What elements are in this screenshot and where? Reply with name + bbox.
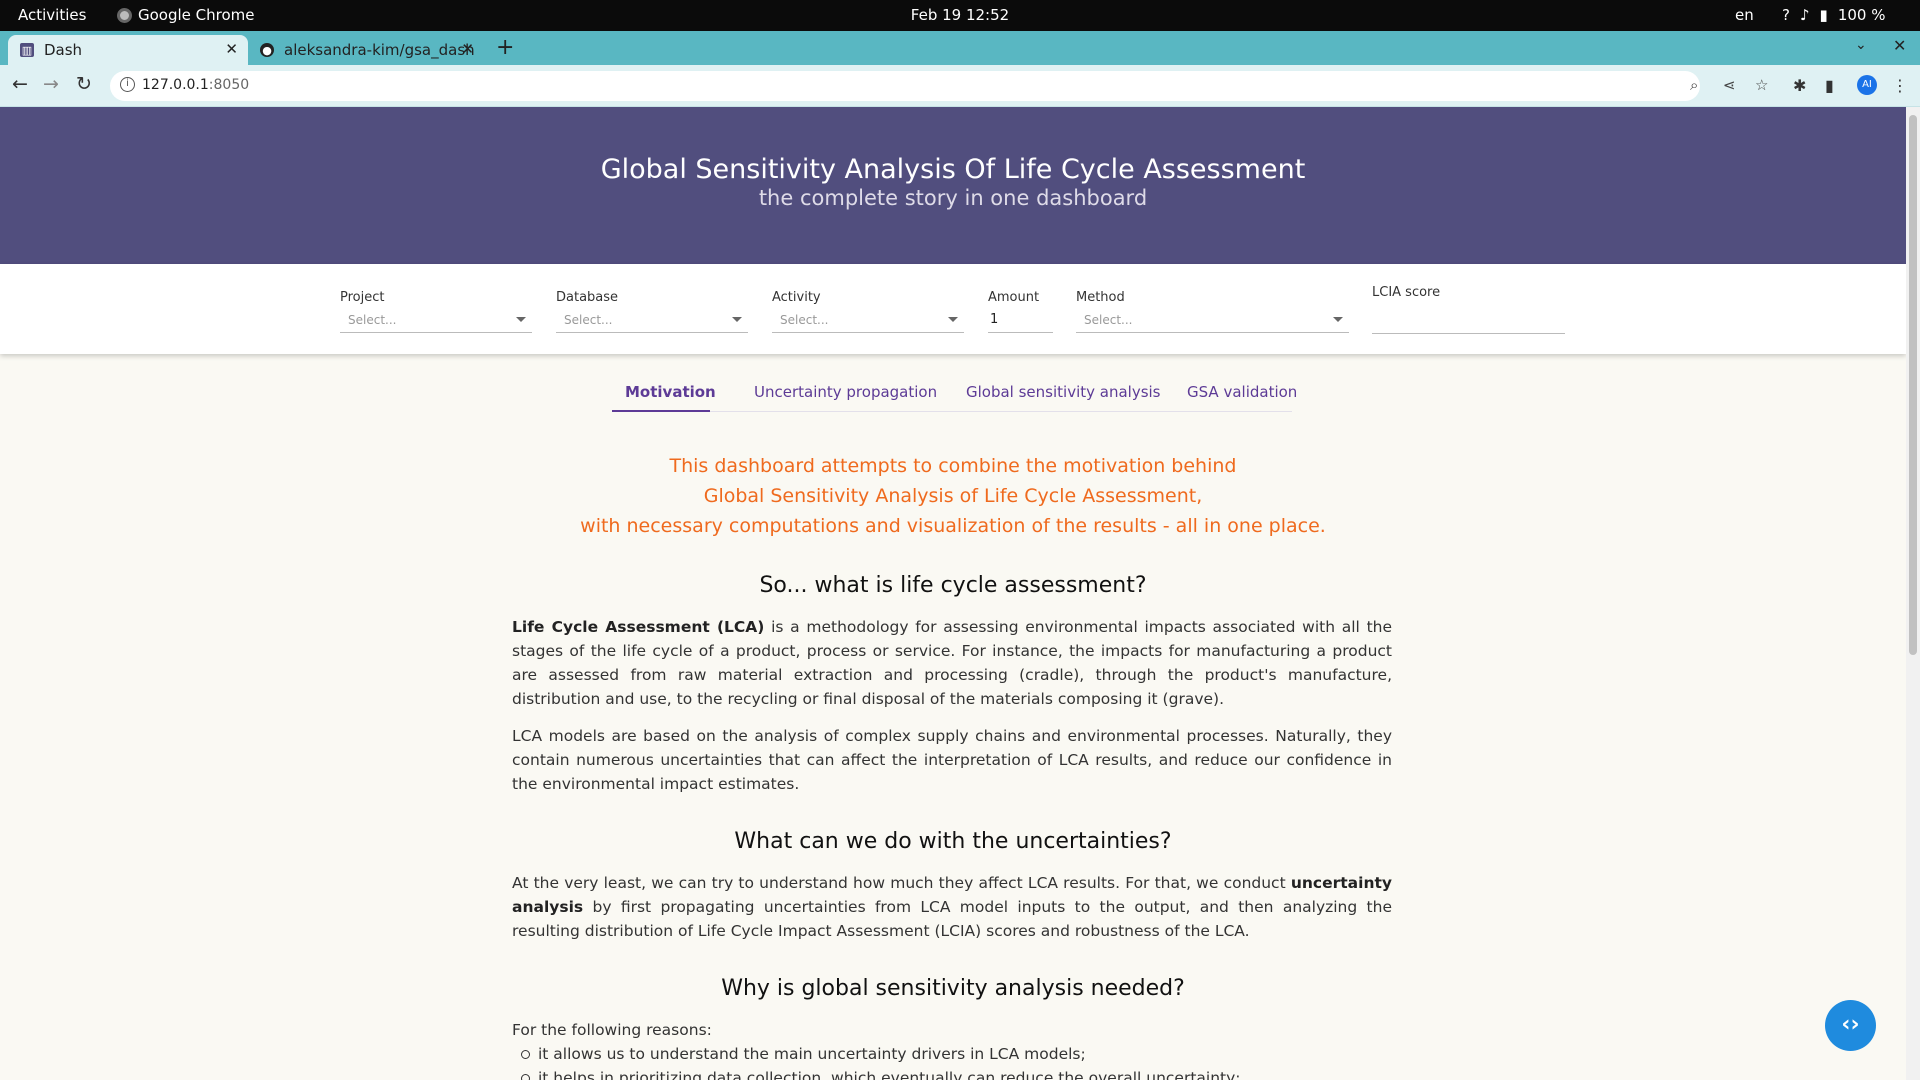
tab-gsa-validation[interactable]: GSA validation — [1187, 383, 1297, 401]
amount-input[interactable]: 1 — [988, 311, 1053, 333]
section-heading-gsa: Why is global sensitivity analysis neede… — [721, 976, 1185, 1001]
menu-kebab-icon[interactable]: ⋮ — [1892, 76, 1908, 95]
tab-title: Dash — [44, 41, 83, 59]
lca-term: Life Cycle Assessment (LCA) — [512, 618, 765, 636]
forward-icon[interactable]: → — [43, 73, 59, 95]
browser-toolbar: ← → ↻ i 127.0.0.1:8050 ⌕ ⋖ ☆ ✱ ▮ AI ⋮ — [0, 65, 1920, 107]
project-label: Project — [340, 290, 385, 305]
list-item: it allows us to understand the main unce… — [512, 1042, 1241, 1066]
battery-icon: ▮ — [1819, 6, 1828, 24]
window-close-icon[interactable]: ✕ — [1893, 36, 1906, 55]
code-brackets-icon: ‹› — [1841, 1012, 1860, 1037]
page-subtitle: the complete story in one dashboard — [758, 186, 1148, 210]
tab-motivation[interactable]: Motivation — [625, 383, 716, 401]
database-label: Database — [556, 290, 619, 305]
url-host: 127.0.0.1 — [142, 77, 209, 93]
volume-icon: ♪ — [1799, 6, 1810, 24]
tabs-divider — [612, 411, 1292, 412]
zoom-icon[interactable]: ⌕ — [1690, 76, 1698, 94]
back-icon[interactable]: ← — [12, 73, 28, 95]
controls-bar: Project Select... Database Select... Act… — [0, 264, 1906, 354]
list-item: it helps in prioritizing data collection… — [512, 1066, 1241, 1080]
language-indicator[interactable]: en — [1735, 6, 1754, 24]
lcia-score-output — [1372, 312, 1565, 334]
browser-tab-strip: ▥ Dash ✕ ● aleksandra-kim/gsa_dash ✕ + ⌄… — [0, 31, 1920, 65]
active-tab-indicator — [612, 410, 710, 412]
intro-text: This dashboard attempts to combine the m… — [0, 451, 1906, 541]
tab-global-sensitivity-analysis[interactable]: Global sensitivity analysis — [966, 383, 1161, 401]
site-info-icon[interactable]: i — [120, 77, 135, 92]
intro-line: Global Sensitivity Analysis of Life Cycl… — [703, 485, 1203, 507]
scrollbar-thumb[interactable] — [1909, 115, 1917, 655]
method-dropdown[interactable]: Select... — [1076, 311, 1349, 333]
project-placeholder: Select... — [348, 313, 397, 327]
page-scrollbar[interactable] — [1906, 107, 1920, 1080]
dev-tools-button[interactable]: ‹› — [1825, 1000, 1876, 1051]
amount-label: Amount — [988, 290, 1040, 305]
database-control: Database Select... — [556, 290, 748, 333]
project-control: Project Select... — [340, 290, 532, 333]
system-top-bar: Activities Google Chrome Feb 19 12:52 en… — [0, 0, 1920, 31]
tab-search-chevron-icon[interactable]: ⌄ — [1855, 37, 1867, 53]
amount-control: Amount 1 — [988, 290, 1053, 333]
project-dropdown[interactable]: Select... — [340, 311, 532, 333]
close-tab-icon[interactable]: ✕ — [225, 40, 238, 58]
reasons-block: For the following reasons: it allows us … — [512, 1018, 1241, 1080]
share-icon[interactable]: ⋖ — [1723, 76, 1736, 94]
section-heading-uncertainties: What can we do with the uncertainties? — [734, 829, 1172, 854]
clock[interactable]: Feb 19 12:52 — [0, 6, 1920, 24]
battery-level: 100 % — [1837, 6, 1886, 24]
lca-paragraph-1: Life Cycle Assessment (LCA) is a methodo… — [512, 615, 1392, 711]
section-heading-lca: So... what is life cycle assessment? — [759, 573, 1147, 598]
browser-tab-dash[interactable]: ▥ Dash ✕ — [8, 35, 248, 65]
method-label: Method — [1076, 290, 1125, 305]
reasons-intro: For the following reasons: — [512, 1021, 712, 1039]
chevron-down-icon — [1333, 317, 1343, 322]
lcia-score-label: LCIA score — [1372, 285, 1441, 300]
activity-dropdown[interactable]: Select... — [772, 311, 964, 333]
uncertainty-paragraph: At the very least, we can try to underst… — [512, 871, 1392, 943]
reload-icon[interactable]: ↻ — [76, 73, 92, 95]
url-port: :8050 — [208, 77, 250, 93]
database-placeholder: Select... — [564, 313, 613, 327]
method-control: Method Select... — [1076, 290, 1349, 333]
network-icon: ? — [1782, 6, 1790, 24]
chevron-down-icon — [948, 317, 958, 322]
page-viewport: Global Sensitivity Analysis Of Life Cycl… — [0, 107, 1906, 1080]
activity-placeholder: Select... — [780, 313, 829, 327]
url-text[interactable]: 127.0.0.1:8050 — [142, 77, 249, 93]
chevron-down-icon — [516, 317, 526, 322]
method-placeholder: Select... — [1084, 313, 1133, 327]
browser-tab-github[interactable]: ● aleksandra-kim/gsa_dash ✕ — [252, 35, 484, 65]
content-tabs: Motivation Uncertainty propagation Globa… — [0, 375, 1906, 412]
intro-line: with necessary computations and visualiz… — [580, 515, 1326, 537]
system-tray[interactable]: ? ♪ ▮ 100 % — [1782, 6, 1885, 24]
reasons-list: it allows us to understand the main unce… — [512, 1042, 1241, 1080]
dash-favicon-icon: ▥ — [20, 43, 34, 57]
lcia-score-control: LCIA score — [1372, 285, 1565, 334]
close-tab-icon[interactable]: ✕ — [461, 40, 474, 58]
extensions-icon[interactable]: ✱ — [1793, 76, 1806, 95]
tab-uncertainty-propagation[interactable]: Uncertainty propagation — [754, 383, 937, 401]
github-icon: ● — [260, 43, 274, 57]
bookmark-star-icon[interactable]: ☆ — [1755, 76, 1768, 94]
activity-control: Activity Select... — [772, 290, 964, 333]
intro-line: This dashboard attempts to combine the m… — [669, 455, 1237, 477]
address-bar[interactable]: i 127.0.0.1:8050 ⌕ ⋖ ☆ — [110, 71, 1768, 101]
tab-title: aleksandra-kim/gsa_dash — [284, 41, 475, 59]
side-panel-icon[interactable]: ▮ — [1825, 76, 1834, 95]
header-banner: Global Sensitivity Analysis Of Life Cycl… — [0, 107, 1906, 264]
activity-label: Activity — [772, 290, 821, 305]
chevron-down-icon — [732, 317, 742, 322]
new-tab-icon[interactable]: + — [496, 35, 514, 60]
page-title: Global Sensitivity Analysis Of Life Cycl… — [600, 154, 1306, 185]
database-dropdown[interactable]: Select... — [556, 311, 748, 333]
lca-paragraph-2: LCA models are based on the analysis of … — [512, 727, 1392, 793]
uncertainty-text-b: by first propagating uncertainties from … — [512, 898, 1392, 940]
profile-avatar[interactable]: AI — [1857, 75, 1877, 95]
uncertainty-text-a: At the very least, we can try to underst… — [512, 874, 1291, 892]
